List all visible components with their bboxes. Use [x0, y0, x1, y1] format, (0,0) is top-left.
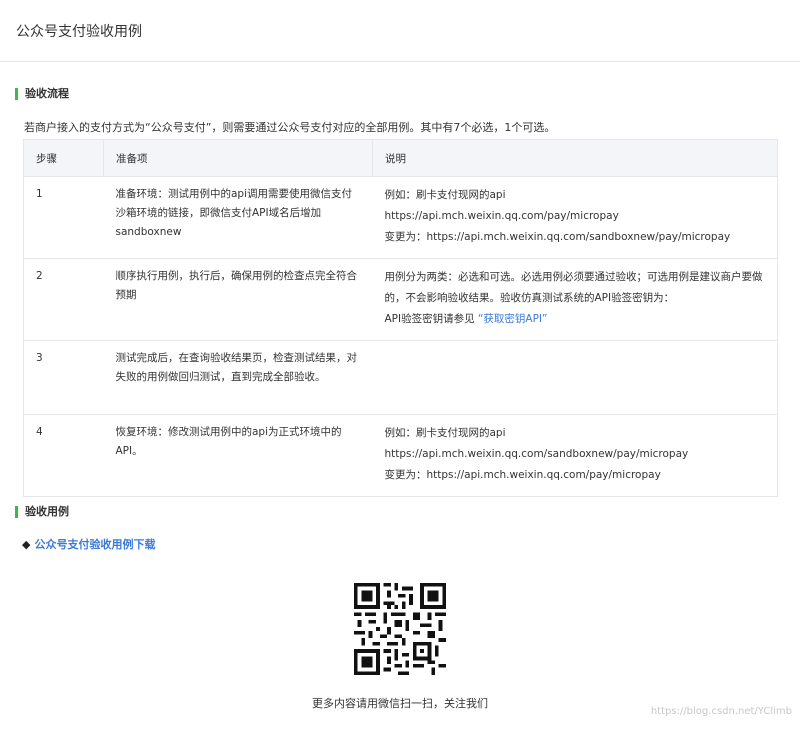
page-header: 公众号支付验收用例: [0, 0, 800, 62]
desc-cell: 例如：刷卡支付现网的api https://api.mch.weixin.qq.…: [372, 414, 778, 497]
section-title-acceptance-flow: 验收流程: [15, 88, 69, 100]
qr-code-icon: [354, 583, 446, 675]
column-header-prep: 准备项: [103, 139, 373, 177]
step-cell: 4: [23, 414, 104, 497]
download-cases-link[interactable]: 公众号支付验收用例下载: [34, 538, 155, 551]
get-key-api-link[interactable]: “获取密钥API”: [478, 313, 548, 325]
desc-line: API验签密钥请参见 “获取密钥API”: [385, 309, 766, 330]
step-cell: 3: [23, 340, 104, 415]
prep-cell: 顺序执行用例，执行后，确保用例的检查点完全符合预期: [103, 258, 373, 341]
diamond-bullet-icon: ◆: [22, 538, 31, 551]
intro-text: 若商户接入的支付方式为“公众号支付”，则需要通过公众号支付对应的全部用例。其中有…: [24, 121, 556, 134]
desc-line: https://api.mch.weixin.qq.com/pay/microp…: [384, 210, 619, 222]
column-header-desc: 说明: [372, 139, 778, 177]
desc-line: https://api.mch.weixin.qq.com/sandboxnew…: [384, 448, 689, 460]
desc-line: 变更为：https://api.mch.weixin.qq.com/sandbo…: [384, 231, 731, 243]
desc-line: 例如：刷卡支付现网的api: [384, 189, 506, 201]
desc-cell: [372, 340, 778, 415]
desc-line: 变更为：https://api.mch.weixin.qq.com/pay/mi…: [384, 469, 661, 481]
table-row: 3 测试完成后，在查询验收结果页，检查测试结果，对失败的用例做回归测试，直到完成…: [23, 340, 778, 415]
desc-cell: 例如：刷卡支付现网的api https://api.mch.weixin.qq.…: [372, 176, 778, 259]
section-title-acceptance-cases: 验收用例: [15, 506, 69, 518]
prep-cell: 恢复环境：修改测试用例中的api为正式环境中的API。: [103, 414, 373, 497]
table-header-row: 步骤 准备项 说明: [23, 139, 778, 177]
column-header-step: 步骤: [23, 139, 104, 177]
desc-link-prefix: API验签密钥请参见: [384, 313, 478, 325]
desc-cell: 用例分为两类：必选和可选。必选用例必须要通过验收；可选用例是建议商户要做的，不会…: [372, 258, 778, 341]
acceptance-table: 步骤 准备项 说明 1 准备环境：测试用例中的api调用需要使用微信支付沙箱环境…: [23, 139, 778, 497]
table-row: 4 恢复环境：修改测试用例中的api为正式环境中的API。 例如：刷卡支付现网的…: [23, 414, 778, 497]
desc-line: 例如：刷卡支付现网的api: [384, 427, 506, 439]
prep-cell: 测试完成后，在查询验收结果页，检查测试结果，对失败的用例做回归测试，直到完成全部…: [103, 340, 373, 415]
download-item: ◆ 公众号支付验收用例下载: [22, 536, 155, 552]
step-cell: 1: [23, 176, 104, 259]
desc-text: 用例分为两类：必选和可选。必选用例必须要通过验收；可选用例是建议商户要做的，不会…: [384, 271, 763, 304]
table-row: 1 准备环境：测试用例中的api调用需要使用微信支付沙箱环境的链接，即微信支付A…: [23, 176, 778, 259]
watermark: https://blog.csdn.net/YClimb: [650, 706, 792, 717]
prep-cell: 准备环境：测试用例中的api调用需要使用微信支付沙箱环境的链接，即微信支付API…: [103, 176, 373, 259]
table-row: 2 顺序执行用例，执行后，确保用例的检查点完全符合预期 用例分为两类：必选和可选…: [23, 258, 778, 341]
step-cell: 2: [23, 258, 104, 341]
page-title: 公众号支付验收用例: [16, 23, 142, 40]
